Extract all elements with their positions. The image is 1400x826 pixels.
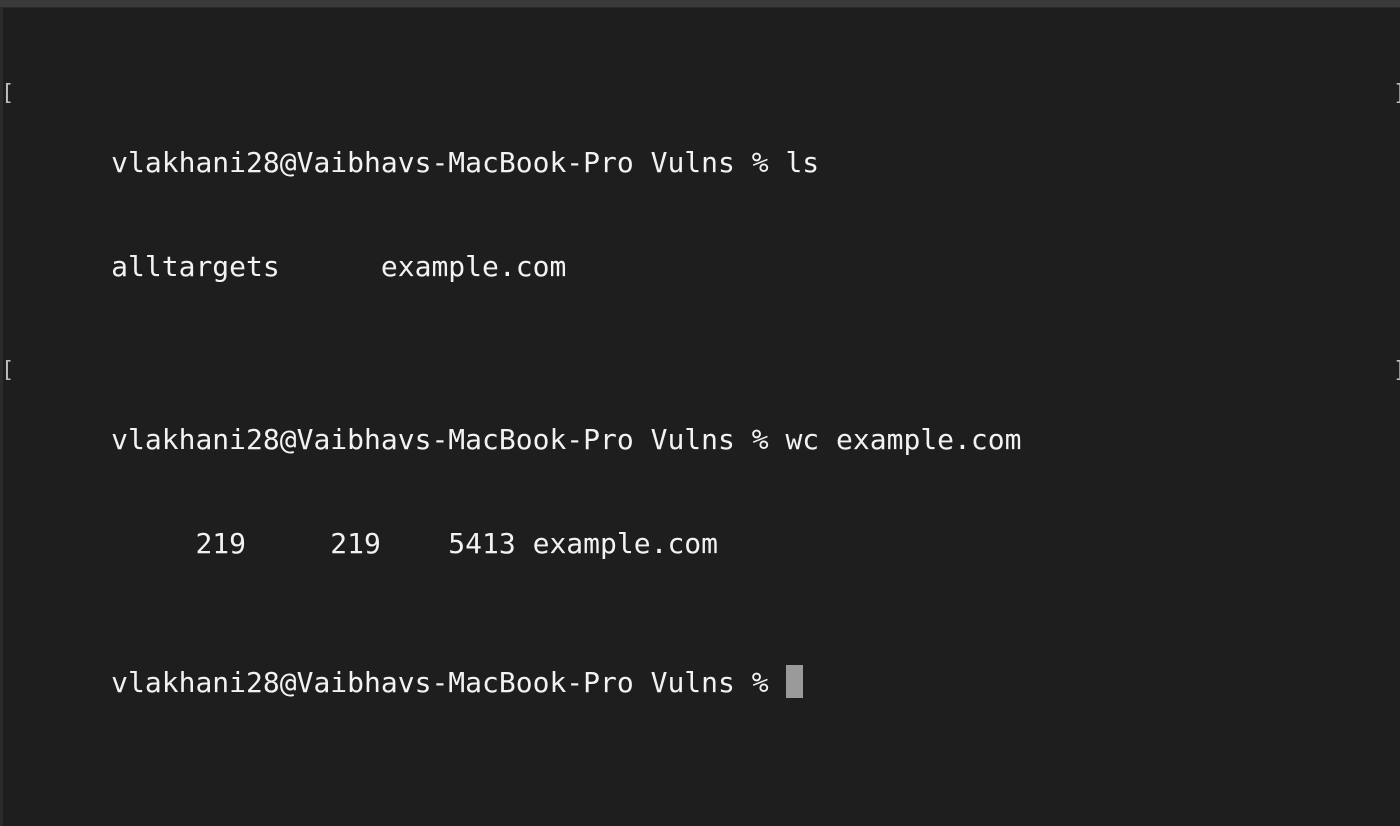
window-left-edge — [0, 7, 3, 826]
line-marker-right: ] — [1393, 354, 1400, 388]
window-top-bar — [0, 0, 1400, 8]
prompt: vlakhani28@Vaibhavs-MacBook-Pro Vulns % — [111, 666, 786, 700]
terminal-line: [ vlakhani28@Vaibhavs-MacBook-Pro Vulns … — [1, 77, 1400, 179]
command: ls — [785, 146, 820, 180]
terminal-line: alltargets example.com — [10, 216, 1390, 283]
command-output: 219 219 5413 example.com — [111, 526, 719, 560]
command: wc example.com — [785, 423, 1022, 457]
line-marker-left: [ — [1, 357, 15, 383]
terminal-output[interactable]: [ vlakhani28@Vaibhavs-MacBook-Pro Vulns … — [1, 8, 1400, 818]
text-cursor — [786, 665, 804, 699]
prompt: vlakhani28@Vaibhavs-MacBook-Pro Vulns % — [111, 423, 786, 457]
terminal-line: 219 219 5413 example.com — [10, 492, 1390, 560]
prompt: vlakhani28@Vaibhavs-MacBook-Pro Vulns % — [111, 146, 786, 180]
line-marker-right: ] — [1393, 77, 1400, 111]
terminal-line[interactable]: vlakhani28@Vaibhavs-MacBook-Pro Vulns % — [10, 631, 1390, 699]
terminal-window: [ vlakhani28@Vaibhavs-MacBook-Pro Vulns … — [0, 0, 1400, 826]
terminal-line: [ vlakhani28@Vaibhavs-MacBook-Pro Vulns … — [1, 354, 1400, 456]
line-marker-left: [ — [1, 81, 15, 107]
command-output: alltargets example.com — [111, 250, 567, 284]
